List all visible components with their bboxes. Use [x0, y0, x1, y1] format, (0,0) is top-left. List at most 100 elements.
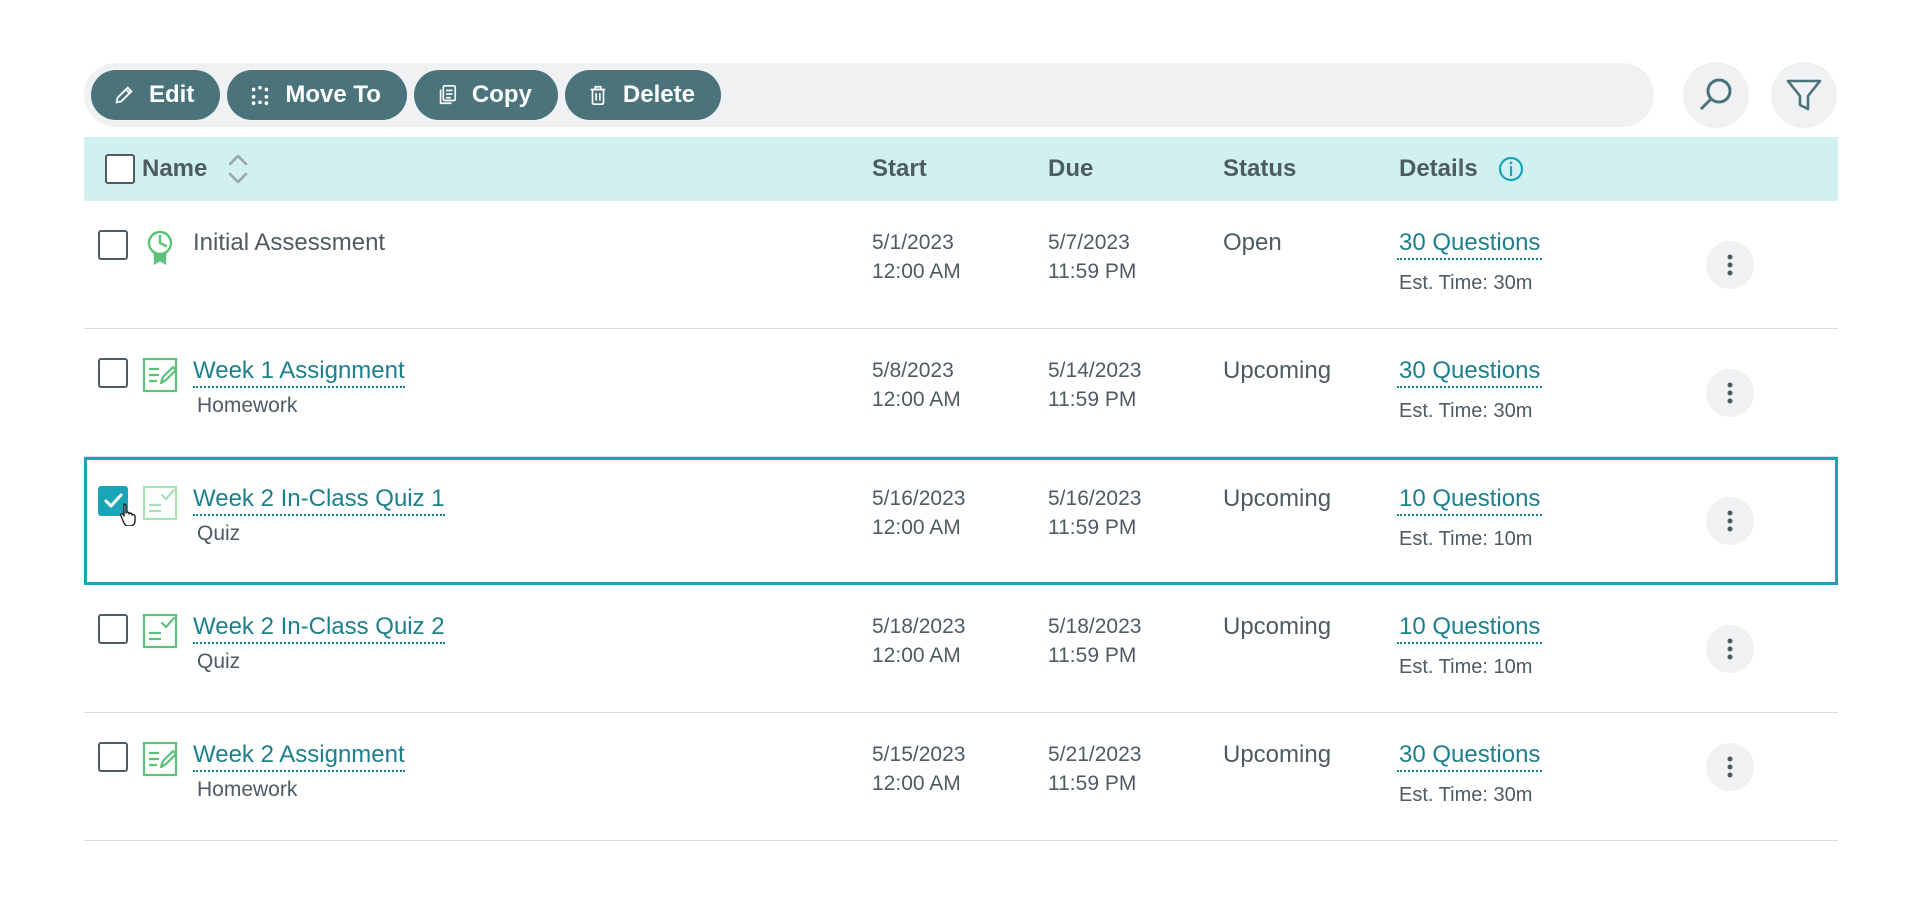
copy-icon: [439, 85, 456, 105]
info-icon[interactable]: [1498, 156, 1524, 182]
copy-button[interactable]: Copy: [413, 70, 558, 120]
sort-icon: [229, 154, 248, 184]
move-to-button[interactable]: Move To: [227, 70, 407, 120]
row-start: 5/18/2023 12:00 AM: [872, 612, 965, 670]
copy-button-label: Copy: [471, 81, 532, 108]
quiz-icon: [142, 485, 178, 521]
row-due-date: 5/21/2023: [1048, 743, 1142, 766]
row-start-date: 5/8/2023: [872, 359, 954, 382]
pencil-icon: [115, 86, 133, 104]
delete-button-label: Delete: [622, 81, 695, 108]
select-all-checkbox[interactable]: [105, 154, 135, 184]
column-header-due[interactable]: Due: [1048, 137, 1093, 201]
row-due-time: 11:59 PM: [1048, 388, 1137, 411]
row-questions-link[interactable]: 30 Questions: [1397, 357, 1543, 388]
more-vertical-icon: [1727, 510, 1733, 532]
table-row[interactable]: Week 2 In-Class Quiz 2 Quiz 5/18/2023 12…: [84, 585, 1838, 713]
more-vertical-icon: [1727, 382, 1733, 404]
table-row[interactable]: Week 2 In-Class Quiz 1 Quiz 5/16/2023 12…: [84, 457, 1838, 585]
row-est-time: Est. Time: 30m: [1399, 400, 1533, 422]
row-est-time: Est. Time: 10m: [1399, 528, 1533, 550]
row-type: Homework: [197, 394, 298, 417]
row-start-time: 12:00 AM: [872, 516, 961, 539]
row-checkbox[interactable]: [98, 230, 128, 260]
row-start-time: 12:00 AM: [872, 644, 961, 667]
row-more-button[interactable]: [1706, 369, 1754, 417]
row-name: Initial Assessment: [193, 229, 386, 256]
row-more-button[interactable]: [1706, 497, 1754, 545]
column-header-details-label: Details: [1399, 155, 1478, 182]
row-status: Upcoming: [1223, 485, 1332, 512]
row-due: 5/7/2023 11:59 PM: [1048, 228, 1136, 286]
row-more-button[interactable]: [1706, 241, 1754, 289]
search-icon: [1699, 78, 1732, 111]
row-due: 5/18/2023 11:59 PM: [1048, 612, 1141, 670]
filter-icon: [1786, 79, 1822, 111]
row-due-time: 11:59 PM: [1048, 260, 1137, 283]
row-due-date: 5/14/2023: [1048, 359, 1142, 382]
table-row[interactable]: Week 2 Assignment Homework 5/15/2023 12:…: [84, 713, 1838, 841]
homework-icon: [142, 741, 178, 777]
table-row[interactable]: Initial Assessment 5/1/2023 12:00 AM 5/7…: [84, 201, 1838, 329]
row-name-link[interactable]: Week 1 Assignment: [193, 357, 405, 388]
more-vertical-icon: [1727, 254, 1733, 276]
row-name-link[interactable]: Week 2 In-Class Quiz 2: [193, 613, 445, 644]
search-button[interactable]: [1683, 62, 1749, 128]
row-due-time: 11:59 PM: [1048, 644, 1137, 667]
column-header-start[interactable]: Start: [872, 137, 927, 201]
quiz-icon: [142, 613, 178, 649]
more-vertical-icon: [1727, 756, 1733, 778]
column-header-name[interactable]: Name: [142, 137, 249, 201]
filter-button[interactable]: [1771, 62, 1837, 128]
row-start: 5/15/2023 12:00 AM: [872, 740, 965, 798]
action-toolbar: Edit Move To Copy Delete: [84, 63, 1654, 127]
row-start-time: 12:00 AM: [872, 388, 961, 411]
edit-button[interactable]: Edit: [91, 70, 221, 120]
row-more-button[interactable]: [1706, 743, 1754, 791]
row-start: 5/1/2023 12:00 AM: [872, 228, 961, 286]
assessment-icon: [147, 230, 173, 265]
row-due-date: 5/18/2023: [1048, 615, 1142, 638]
drag-dots-icon: [252, 85, 269, 106]
delete-button[interactable]: Delete: [564, 70, 721, 120]
column-header-status[interactable]: Status: [1223, 137, 1296, 201]
row-due: 5/21/2023 11:59 PM: [1048, 740, 1141, 798]
table-row[interactable]: Week 1 Assignment Homework 5/8/2023 12:0…: [84, 329, 1838, 457]
row-due-date: 5/7/2023: [1048, 231, 1130, 254]
row-status: Upcoming: [1223, 613, 1332, 640]
column-header-name-label: Name: [142, 155, 208, 182]
trash-icon: [590, 85, 606, 105]
row-due: 5/14/2023 11:59 PM: [1048, 356, 1141, 414]
row-status: Upcoming: [1223, 741, 1332, 768]
homework-icon: [142, 357, 178, 393]
row-est-time: Est. Time: 30m: [1399, 784, 1533, 806]
row-name-link[interactable]: Week 2 In-Class Quiz 1: [193, 485, 445, 516]
assignment-list-page: Edit Move To Copy Delete Name Start Due …: [0, 0, 1920, 902]
row-questions-link[interactable]: 30 Questions: [1397, 741, 1543, 772]
row-name-link[interactable]: Week 2 Assignment: [193, 741, 405, 772]
row-checkbox[interactable]: [98, 614, 128, 644]
row-type: Homework: [197, 778, 298, 801]
table-header: Name Start Due Status Details: [84, 137, 1838, 201]
row-start-time: 12:00 AM: [872, 260, 961, 283]
row-status: Upcoming: [1223, 357, 1332, 384]
row-start-time: 12:00 AM: [872, 772, 961, 795]
row-due-time: 11:59 PM: [1048, 516, 1137, 539]
more-vertical-icon: [1727, 638, 1733, 660]
row-start-date: 5/1/2023: [872, 231, 954, 254]
row-start: 5/16/2023 12:00 AM: [872, 484, 965, 542]
row-checkbox[interactable]: [98, 742, 128, 772]
row-questions-link[interactable]: 30 Questions: [1397, 229, 1543, 260]
row-checkbox[interactable]: [98, 358, 128, 388]
row-questions-link[interactable]: 10 Questions: [1397, 613, 1543, 644]
column-header-details: Details: [1399, 137, 1524, 201]
row-est-time: Est. Time: 10m: [1399, 656, 1533, 678]
row-status: Open: [1223, 229, 1282, 256]
row-more-button[interactable]: [1706, 625, 1754, 673]
row-questions-link[interactable]: 10 Questions: [1397, 485, 1543, 516]
row-start-date: 5/15/2023: [872, 743, 966, 766]
row-est-time: Est. Time: 30m: [1399, 272, 1533, 294]
row-due-date: 5/16/2023: [1048, 487, 1142, 510]
row-start: 5/8/2023 12:00 AM: [872, 356, 961, 414]
row-start-date: 5/18/2023: [872, 615, 966, 638]
